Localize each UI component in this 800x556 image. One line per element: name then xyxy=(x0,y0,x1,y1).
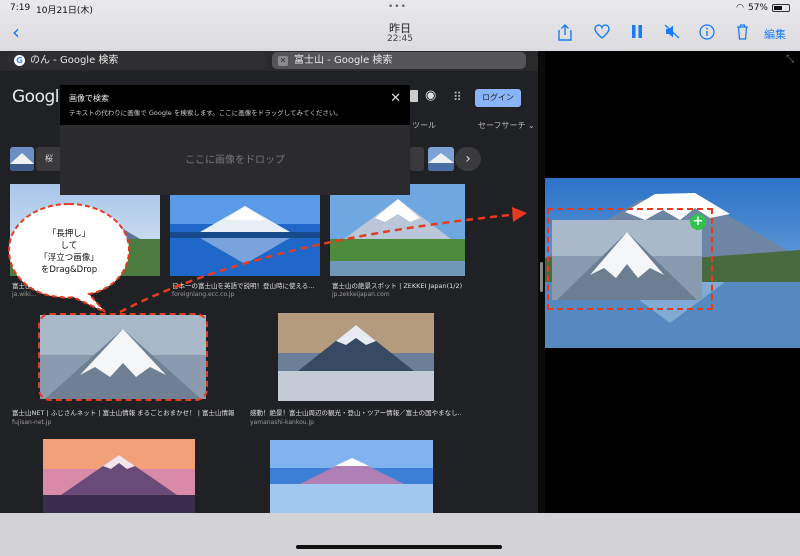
dragged-image-highlight xyxy=(38,313,208,401)
home-indicator[interactable] xyxy=(296,545,502,549)
mic-icon[interactable] xyxy=(410,90,418,102)
screen: 7:19 10月21日(木) ••• ◠ 57% ‹ 昨日 22:45 編集 G… xyxy=(0,0,800,556)
safe-search-link[interactable]: セーフサーチ ⌄ xyxy=(478,120,535,131)
close-icon[interactable]: ✕ xyxy=(390,91,401,106)
tab-bar: G のん - Google 検索 ✕ 富士山 - Google 検索 xyxy=(0,51,538,71)
bottom-bar xyxy=(0,513,800,556)
camera-search-icon[interactable]: ◉ xyxy=(425,88,436,103)
tools-link[interactable]: ツール xyxy=(412,120,436,131)
result-image-6[interactable] xyxy=(43,439,195,513)
result-source: foreignlang.ecc.co.jp xyxy=(172,291,235,298)
tab-label: 富士山 - Google 検索 xyxy=(294,55,393,66)
result-source: fujisan-net.jp xyxy=(12,419,52,426)
chip-thumbnail[interactable] xyxy=(10,147,34,171)
wifi-icon: ◠ xyxy=(736,3,744,13)
split-view-handle[interactable] xyxy=(540,262,543,292)
result-image-2[interactable] xyxy=(170,194,320,276)
apps-grid-icon[interactable]: ⠿ xyxy=(453,90,462,104)
result-caption[interactable]: 日本一の富士山を英語で説明！登山時に使える... xyxy=(172,280,320,290)
pause-icon[interactable] xyxy=(631,24,643,42)
result-image-7[interactable] xyxy=(270,440,433,513)
status-date: 10月21日(木) xyxy=(36,6,93,16)
tab-label: のん - Google 検索 xyxy=(30,55,119,66)
share-icon[interactable] xyxy=(558,24,572,44)
result-image-5[interactable] xyxy=(278,313,434,401)
photos-toolbar: 7:19 10月21日(木) ••• ◠ 57% ‹ 昨日 22:45 編集 xyxy=(0,0,800,51)
login-button[interactable]: ログイン xyxy=(475,89,521,107)
chip-partial[interactable] xyxy=(410,147,424,171)
status-right: ◠ 57% xyxy=(736,3,790,13)
result-image-3[interactable] xyxy=(330,184,465,276)
chip-sakura[interactable]: 桜 xyxy=(36,147,62,171)
battery-icon xyxy=(772,4,790,12)
status-time: 7:19 xyxy=(10,3,31,13)
image-drop-zone[interactable]: ここに画像をドロップ xyxy=(60,125,410,195)
plus-badge-icon: + xyxy=(690,214,706,230)
modal-subtitle: テキストの代わりに画像で Google を検索します。ここに画像をドラッグしてみ… xyxy=(69,109,342,117)
photo-pane: ⤡ + xyxy=(545,51,800,513)
result-source: jp.zekkeijapan.com xyxy=(332,291,390,298)
tab-non-search[interactable]: G のん - Google 検索 xyxy=(8,52,266,69)
chips-next-chevron-icon[interactable]: › xyxy=(455,147,481,171)
result-caption[interactable]: 感動！絶景！富士山周辺の観光・登山・ツアー情報／富士の国やまなし... xyxy=(250,407,462,417)
result-caption[interactable]: 富士山の絶景スポット | ZEKKEI Japan(1/2) xyxy=(332,280,467,290)
multitasking-dots-icon[interactable]: ••• xyxy=(388,2,407,12)
close-tab-icon[interactable]: ✕ xyxy=(278,56,288,66)
trash-icon[interactable] xyxy=(736,24,749,43)
expand-icon[interactable]: ⤡ xyxy=(786,54,794,65)
image-search-modal: 画像で検索 テキストの代わりに画像で Google を検索します。ここに画像をド… xyxy=(60,85,410,195)
heart-icon[interactable] xyxy=(594,24,610,42)
result-caption[interactable]: 富士山NET | ふじさんネット | 富士山情報 まるごとおまかせ！ | 富士山… xyxy=(12,407,234,417)
drop-zone-text: ここに画像をドロップ xyxy=(185,155,285,166)
annotation-bubble: 「長押し」 して 「浮立つ画像」 をDrag&Drop xyxy=(5,201,135,316)
chip-thumbnail-2[interactable] xyxy=(428,147,454,171)
edit-button[interactable]: 編集 xyxy=(764,26,786,42)
result-source: yamanashi-kankou.jp xyxy=(250,419,314,426)
tab-fujisan-search[interactable]: ✕ 富士山 - Google 検索 xyxy=(272,52,526,69)
drop-target-highlight xyxy=(547,208,713,310)
photo-time: 22:45 xyxy=(387,34,413,44)
modal-title: 画像で検索 xyxy=(69,94,109,103)
battery-percent: 57% xyxy=(747,3,768,13)
mute-icon[interactable] xyxy=(664,24,680,42)
info-icon[interactable] xyxy=(699,24,715,43)
google-favicon-icon: G xyxy=(14,55,25,66)
modal-header: 画像で検索 テキストの代わりに画像で Google を検索します。ここに画像をド… xyxy=(60,85,410,125)
bubble-text: 「長押し」 して 「浮立つ画像」 をDrag&Drop xyxy=(39,229,99,275)
